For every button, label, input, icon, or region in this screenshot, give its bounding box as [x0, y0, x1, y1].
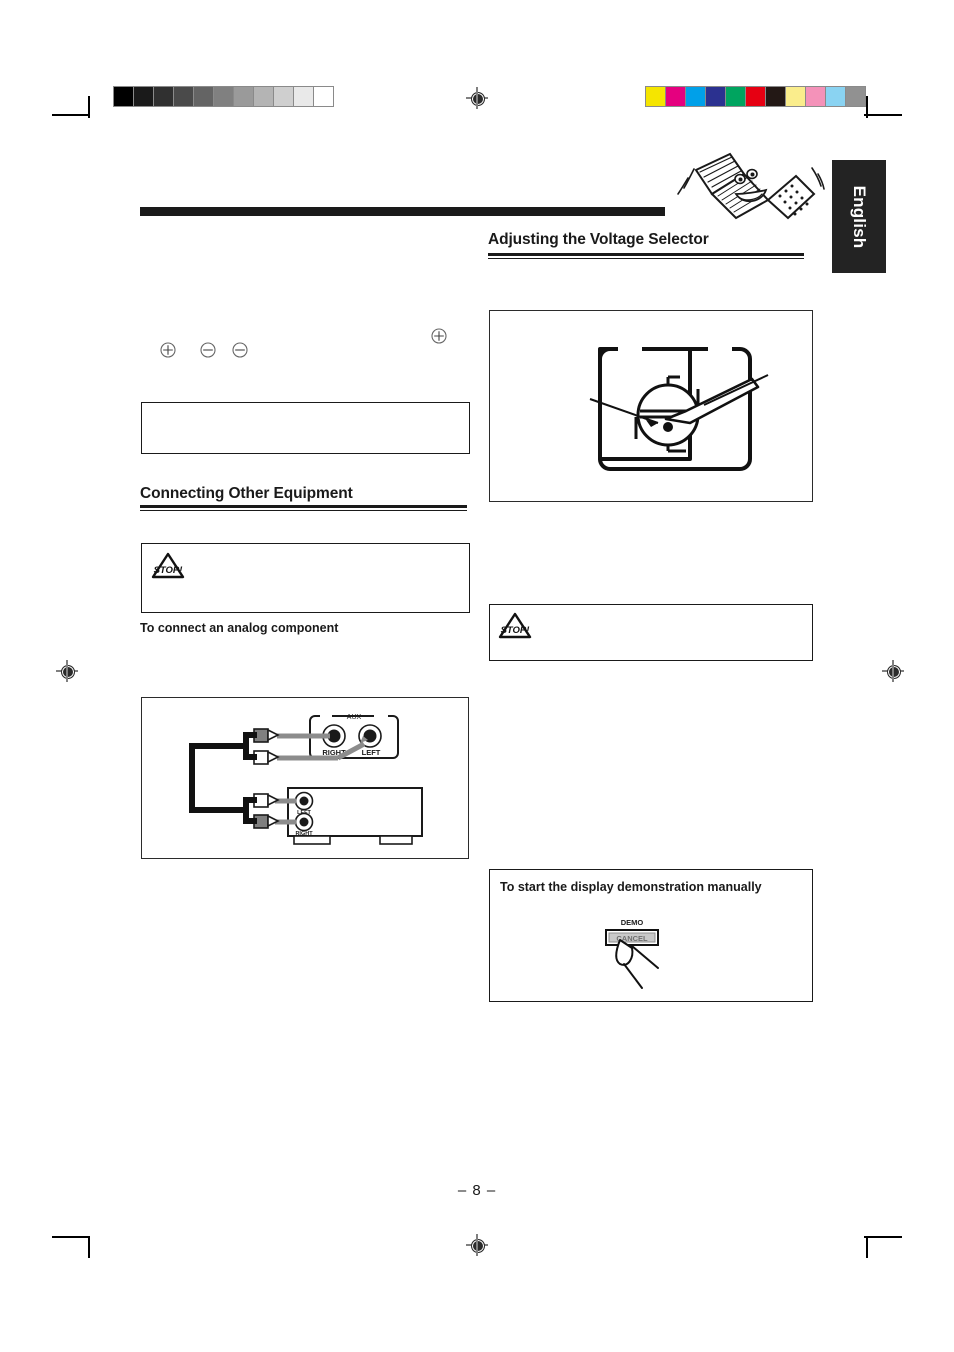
grayscale-step-1	[134, 87, 154, 106]
header-rule	[140, 207, 665, 216]
grayscale-calibration-strip	[113, 86, 334, 107]
crop-mark-top-left-vertical	[88, 96, 90, 118]
registration-mark-bottom	[466, 1234, 488, 1256]
grayscale-step-0	[114, 87, 134, 106]
page-number: – 8 –	[457, 1182, 497, 1199]
color-step-3	[706, 87, 726, 106]
crop-mark-bottom-right	[864, 1236, 902, 1238]
color-step-9	[826, 87, 846, 106]
svg-text:STOP!: STOP!	[154, 565, 183, 576]
heading-voltage-rule-thick	[488, 253, 804, 256]
language-tab: English	[832, 160, 886, 273]
color-step-5	[746, 87, 766, 106]
grayscale-step-3	[174, 87, 194, 106]
stop-caution-icon: STOP!	[498, 612, 532, 640]
grayscale-step-6	[234, 87, 254, 106]
heading-connecting-other-equipment: Connecting Other Equipment	[140, 485, 353, 502]
svg-text:STOP!: STOP!	[501, 625, 530, 636]
voltage-selector-figure	[489, 310, 813, 502]
bullet-minus-circle-icon-2	[232, 342, 248, 358]
grayscale-step-7	[254, 87, 274, 106]
grayscale-step-10	[314, 87, 333, 106]
demo-box-heading: To start the display demonstration manua…	[500, 880, 762, 894]
color-calibration-strip	[645, 86, 866, 107]
color-step-2	[686, 87, 706, 106]
color-step-8	[806, 87, 826, 106]
heading-adjusting-voltage-selector: Adjusting the Voltage Selector	[488, 231, 709, 248]
analog-connection-diagram: AUX RIGHT LEFT LEFT RIGHT	[141, 697, 469, 859]
registration-mark-left	[56, 660, 78, 682]
heading-connecting-rule-thick	[140, 505, 467, 508]
grayscale-step-4	[194, 87, 214, 106]
left-note-box	[141, 402, 470, 454]
accordion-mascot-icon	[672, 148, 825, 223]
crop-mark-bottom-right-vertical	[866, 1236, 868, 1258]
color-step-0	[646, 87, 666, 106]
registration-mark-right	[882, 660, 904, 682]
subheading-connect-analog-component: To connect an analog component	[140, 621, 339, 635]
heading-voltage-rule-thin	[488, 258, 804, 260]
color-step-10	[846, 87, 865, 106]
demo-label: DEMO	[621, 918, 644, 927]
grayscale-step-8	[274, 87, 294, 106]
grayscale-step-9	[294, 87, 314, 106]
bullet-minus-circle-icon-1	[200, 342, 216, 358]
registration-mark-top	[466, 87, 488, 109]
crop-mark-top-right	[864, 114, 902, 116]
crop-mark-bottom-left-vertical	[88, 1236, 90, 1258]
crop-mark-top-left	[52, 114, 90, 116]
language-tab-label: English	[850, 185, 869, 248]
grayscale-step-5	[214, 87, 234, 106]
crop-mark-bottom-left	[52, 1236, 90, 1238]
stop-caution-icon: STOP!	[151, 552, 185, 580]
bullet-plus-circle-icon-1	[160, 342, 176, 358]
color-step-6	[766, 87, 786, 106]
demo-instruction-box: To start the display demonstration manua…	[489, 869, 813, 1002]
aux-panel-label: AUX	[347, 714, 362, 721]
demo-cancel-button-figure: DEMO CANCEL	[590, 912, 700, 992]
color-step-1	[666, 87, 686, 106]
left-caution-box: STOP!	[141, 543, 470, 613]
heading-connecting-rule-thin	[140, 510, 467, 512]
aux-jack-left-label: LEFT	[362, 748, 381, 757]
right-caution-box: STOP!	[489, 604, 813, 661]
grayscale-step-2	[154, 87, 174, 106]
bullet-plus-circle-icon-2	[431, 328, 447, 344]
color-step-7	[786, 87, 806, 106]
color-step-4	[726, 87, 746, 106]
